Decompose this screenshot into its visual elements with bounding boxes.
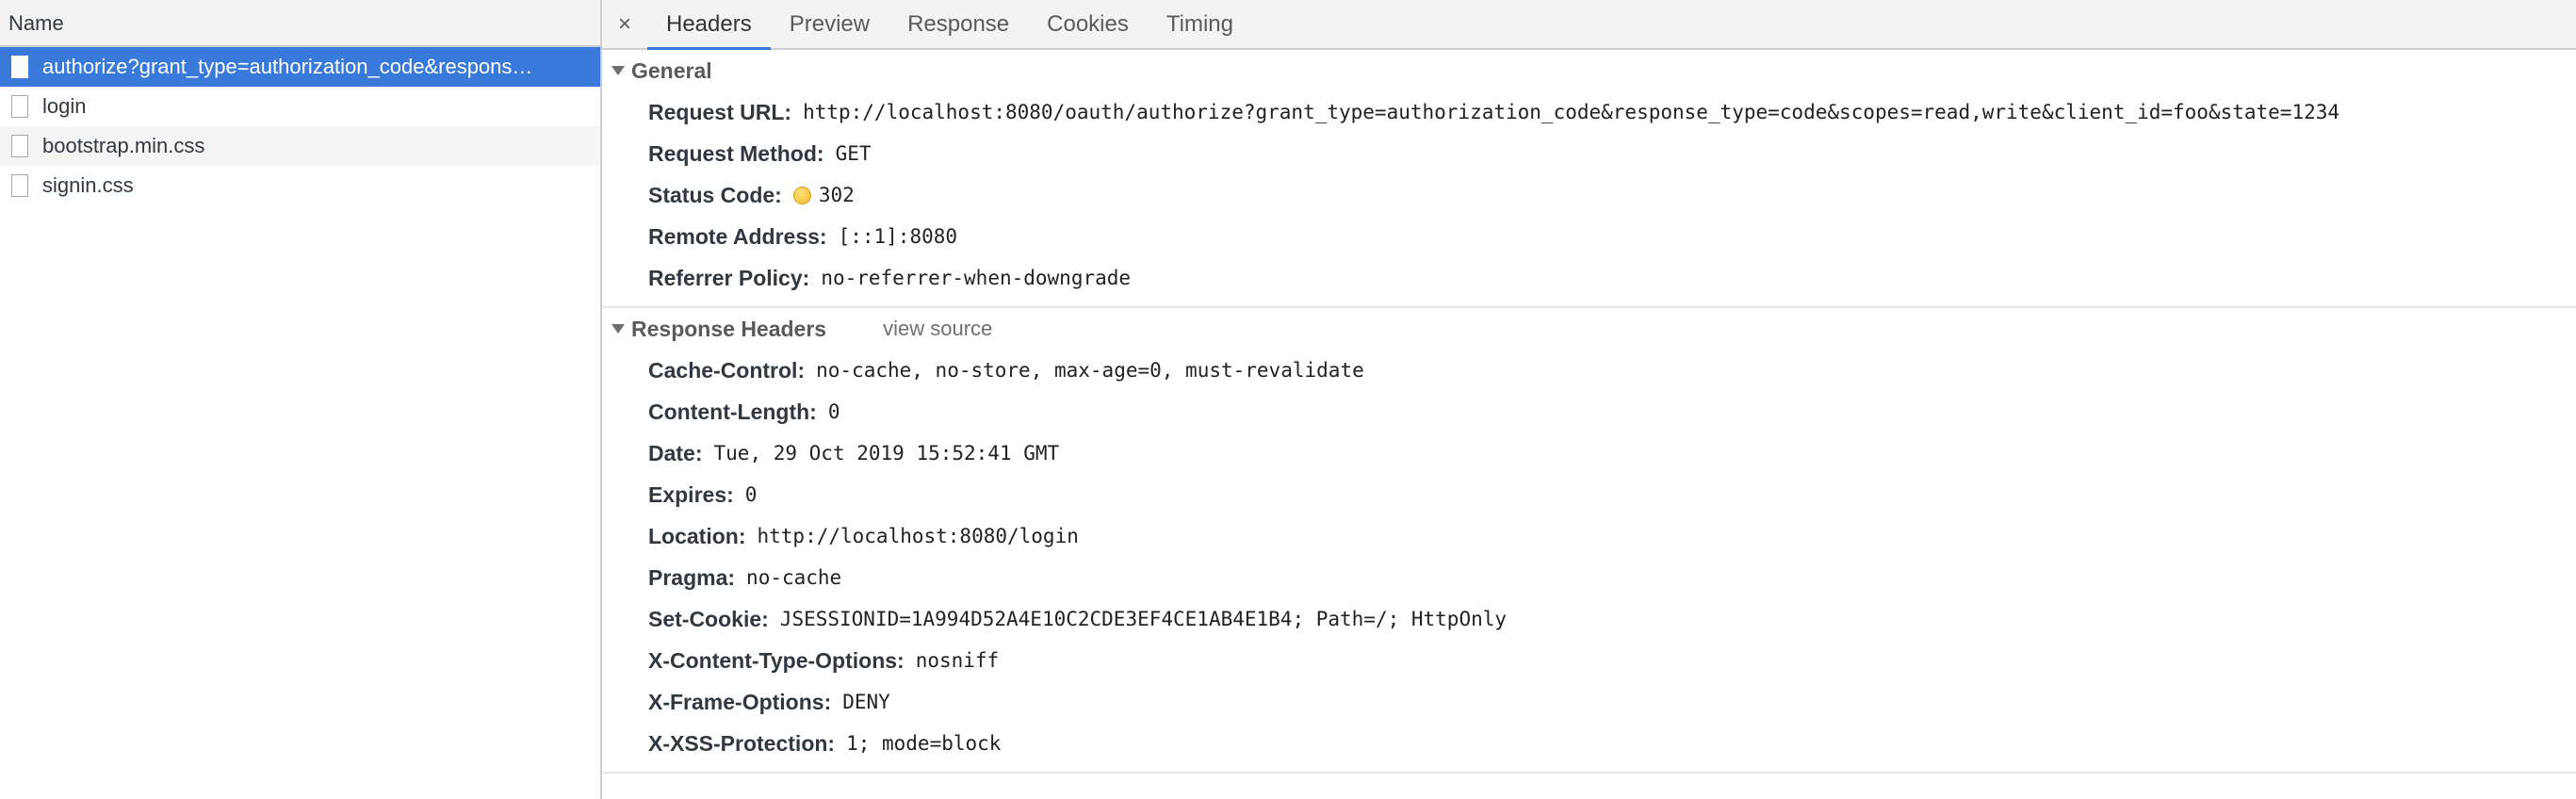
header-value: 302 (818, 184, 855, 206)
header-name: Request Method: (648, 140, 824, 166)
response-headers-section-toggle[interactable]: Response Headers view source (602, 308, 2576, 350)
request-row-login[interactable]: login (0, 87, 600, 126)
section-title: General (631, 57, 712, 83)
header-row-x-content-type-options: X-Content-Type-Options: nosniff (602, 640, 2576, 681)
header-name: X-Content-Type-Options: (648, 647, 905, 673)
header-name: Location: (648, 523, 746, 548)
header-value: nosniff (915, 649, 1000, 672)
header-row-expires: Expires: 0 (602, 474, 2576, 515)
header-name: Date: (648, 440, 703, 465)
header-row-request-method: Request Method: GET (602, 133, 2576, 174)
header-name: Expires: (648, 481, 734, 507)
header-value: http://localhost:8080/oauth/authorize?gr… (803, 101, 2340, 123)
document-icon (11, 56, 28, 78)
devtools-network-panel: Name authorize?grant_type=authorization_… (0, 0, 2576, 799)
general-section-toggle[interactable]: General (602, 50, 2576, 91)
status-indicator-icon (792, 186, 811, 204)
tab-preview[interactable]: Preview (771, 0, 889, 48)
view-source-link[interactable]: view source (883, 317, 992, 341)
header-value: no-referrer-when-downgrade (821, 267, 1132, 289)
request-name: login (42, 94, 87, 118)
tab-headers[interactable]: Headers (647, 0, 771, 50)
header-name: Referrer Policy: (648, 265, 810, 290)
triangle-down-icon (611, 66, 625, 75)
header-row-pragma: Pragma: no-cache (602, 557, 2576, 598)
header-value: Tue, 29 Oct 2019 15:52:41 GMT (713, 442, 1060, 465)
header-row-x-frame-options: X-Frame-Options: DENY (602, 681, 2576, 723)
document-icon (11, 135, 28, 157)
header-value: http://localhost:8080/login (757, 525, 1079, 547)
header-name: Set-Cookie: (648, 606, 769, 631)
header-name: Pragma: (648, 564, 736, 590)
header-row-remote-address: Remote Address: [::1]:8080 (602, 216, 2576, 257)
header-row-content-length: Content-Length: 0 (602, 391, 2576, 432)
header-row-location: Location: http://localhost:8080/login (602, 515, 2576, 557)
header-name: X-Frame-Options: (648, 689, 832, 714)
header-name: Status Code: (648, 182, 782, 207)
request-row-authorize[interactable]: authorize?grant_type=authorization_code&… (0, 47, 600, 87)
close-icon[interactable]: × (602, 0, 647, 48)
triangle-down-icon (611, 324, 625, 334)
header-row-referrer-policy: Referrer Policy: no-referrer-when-downgr… (602, 257, 2576, 299)
request-details: × Headers Preview Response Cookies Timin… (602, 0, 2576, 799)
header-value: no-cache (746, 566, 842, 589)
section-title: Response Headers (631, 316, 827, 341)
header-name: X-XSS-Protection: (648, 730, 836, 756)
general-section: General Request URL: http://localhost:80… (602, 50, 2576, 308)
request-list: Name authorize?grant_type=authorization_… (0, 0, 602, 799)
header-value: no-cache, no-store, max-age=0, must-reva… (816, 359, 1364, 382)
header-value: JSESSIONID=1A994D52A4E10C2CDE3EF4CE1AB4E… (779, 608, 1508, 630)
header-value: 0 (827, 400, 840, 423)
header-row-set-cookie: Set-Cookie: JSESSIONID=1A994D52A4E10C2CD… (602, 598, 2576, 640)
name-column-header[interactable]: Name (0, 0, 600, 47)
header-row-request-url: Request URL: http://localhost:8080/oauth… (602, 91, 2576, 133)
header-row-cache-control: Cache-Control: no-cache, no-store, max-a… (602, 350, 2576, 391)
header-value: [::1]:8080 (838, 225, 958, 248)
request-name: authorize?grant_type=authorization_code&… (42, 55, 533, 78)
header-name: Cache-Control: (648, 357, 806, 383)
tab-response[interactable]: Response (889, 0, 1028, 48)
request-row-bootstrap[interactable]: bootstrap.min.css (0, 126, 600, 166)
header-value: 0 (744, 483, 758, 506)
request-name: bootstrap.min.css (42, 134, 205, 157)
header-row-date: Date: Tue, 29 Oct 2019 15:52:41 GMT (602, 432, 2576, 474)
header-value: 1; mode=block (846, 732, 1002, 755)
tab-timing[interactable]: Timing (1148, 0, 1252, 48)
header-value: DENY (842, 691, 890, 713)
document-icon (11, 95, 28, 118)
details-tabbar: × Headers Preview Response Cookies Timin… (602, 0, 2576, 50)
header-name: Content-Length: (648, 399, 817, 424)
request-row-signin[interactable]: signin.css (0, 166, 600, 205)
document-icon (11, 174, 28, 197)
header-name: Request URL: (648, 99, 792, 124)
request-name: signin.css (42, 173, 134, 197)
header-row-x-xss-protection: X-XSS-Protection: 1; mode=block (602, 723, 2576, 764)
response-headers-section: Response Headers view source Cache-Contr… (602, 308, 2576, 774)
tab-cookies[interactable]: Cookies (1028, 0, 1148, 48)
header-name: Remote Address: (648, 223, 827, 249)
header-row-status-code: Status Code: 302 (602, 174, 2576, 216)
header-value: GET (835, 142, 872, 165)
